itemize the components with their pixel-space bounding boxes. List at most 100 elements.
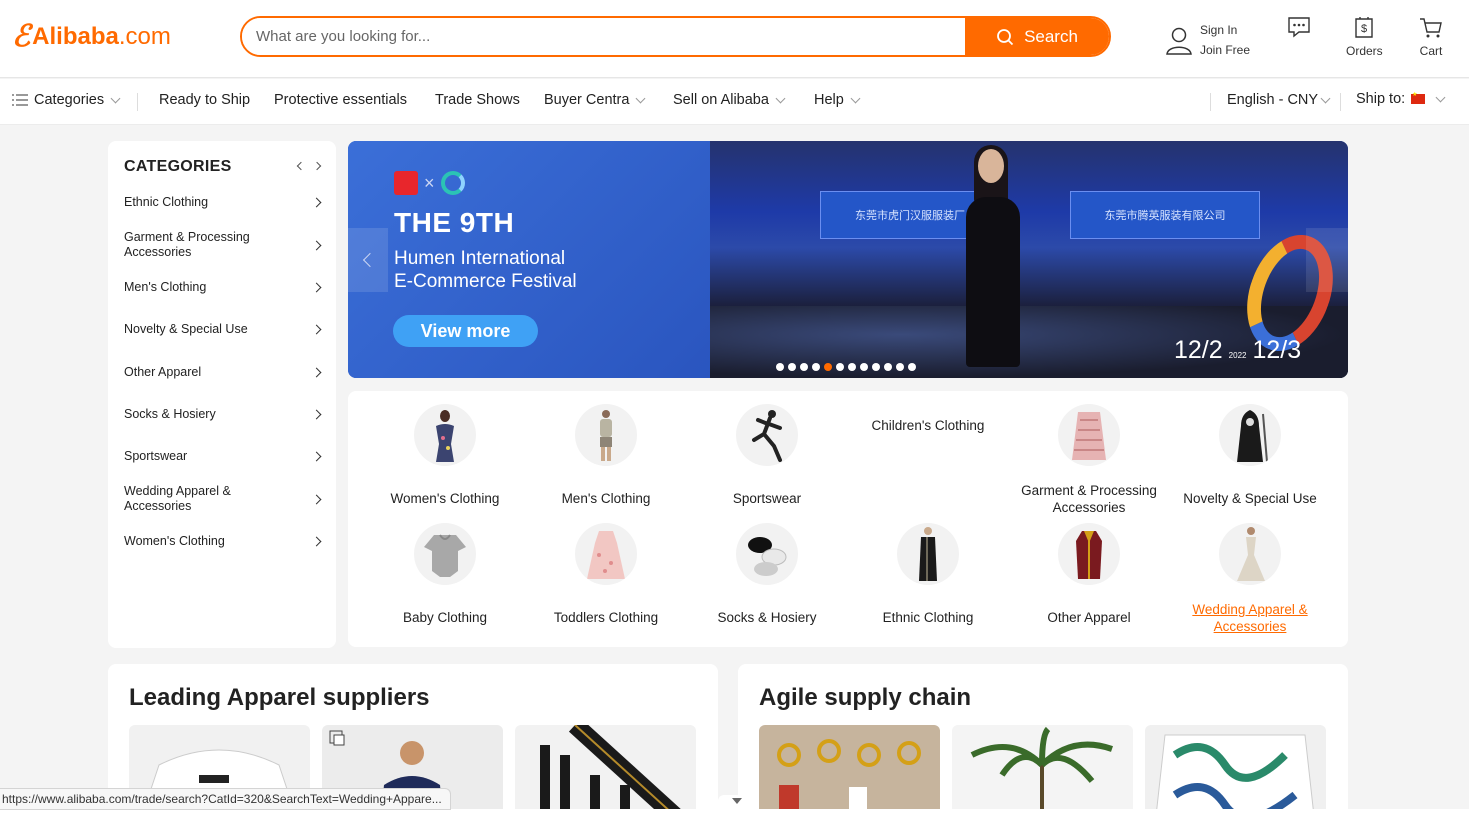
banner-next-button[interactable] xyxy=(1306,228,1348,292)
carousel-dot[interactable] xyxy=(812,363,820,371)
chevron-right-icon xyxy=(311,197,322,208)
category-item-wedding-apparel[interactable]: Wedding Apparel & Accessories xyxy=(124,484,324,514)
garment-accessories-thumbnail xyxy=(1058,404,1120,466)
carousel-dot[interactable] xyxy=(776,363,784,371)
hero-banner[interactable]: × THE 9TH Humen International E-Commerce… xyxy=(348,141,1348,378)
stage-sign-right: 东莞市腾英服装有限公司 xyxy=(1070,191,1260,239)
carousel-dot[interactable] xyxy=(896,363,904,371)
chevron-right-icon xyxy=(311,409,322,420)
grid-item-novelty-special-use[interactable]: Novelty & Special Use xyxy=(1170,404,1330,506)
grid-item-womens-clothing[interactable]: Women's Clothing xyxy=(365,404,525,506)
grid-item-other-apparel[interactable]: Other Apparel xyxy=(1009,523,1169,625)
ethnic-clothing-thumbnail xyxy=(897,523,959,585)
categories-label: Categories xyxy=(34,92,105,108)
orders-button[interactable]: $ Orders xyxy=(1346,16,1383,58)
carousel-dot[interactable] xyxy=(788,363,796,371)
carousel-dot[interactable] xyxy=(908,363,916,371)
carousel-dots xyxy=(776,363,916,371)
category-item-mens-clothing[interactable]: Men's Clothing xyxy=(124,280,324,295)
category-item-womens-clothing[interactable]: Women's Clothing xyxy=(124,534,324,549)
list-icon xyxy=(12,94,28,106)
banner-prev-button[interactable] xyxy=(348,228,388,292)
carousel-dot[interactable] xyxy=(848,363,856,371)
banner-subtitle-line1: Humen International xyxy=(394,248,566,269)
chevron-down-icon xyxy=(1320,93,1331,103)
category-item-ethnic-clothing[interactable]: Ethnic Clothing xyxy=(124,195,324,210)
nav-trade-shows[interactable]: Trade Shows xyxy=(435,92,520,108)
cart-label: Cart xyxy=(1419,44,1443,58)
user-icon xyxy=(1166,27,1192,55)
search-input[interactable] xyxy=(242,18,965,55)
wedding-dress-thumbnail xyxy=(1219,523,1281,585)
cart-button[interactable]: Cart xyxy=(1419,16,1443,58)
sign-in-link[interactable]: Sign In xyxy=(1200,20,1250,40)
alibaba-logo[interactable]: ℰ Alibaba.com xyxy=(12,22,171,52)
language-currency-select[interactable]: English - CNY xyxy=(1227,92,1331,108)
womens-clothing-thumbnail xyxy=(414,404,476,466)
search-bar: Search xyxy=(240,16,1111,57)
socks-thumbnail xyxy=(736,523,798,585)
carousel-dot[interactable] xyxy=(824,363,832,371)
grid-item-garment-processing[interactable]: Garment & Processing Accessories xyxy=(1009,404,1169,515)
chevron-right-icon xyxy=(311,451,322,462)
carousel-dot[interactable] xyxy=(800,363,808,371)
category-item-novelty[interactable]: Novelty & Special Use xyxy=(124,322,324,337)
date-start: 12/2 xyxy=(1174,336,1223,364)
carousel-dot[interactable] xyxy=(872,363,880,371)
category-item-other-apparel[interactable]: Other Apparel xyxy=(124,365,324,380)
grid-item-baby-clothing[interactable]: Baby Clothing xyxy=(365,523,525,625)
supply-tile-cloth-diaper[interactable] xyxy=(1145,725,1326,818)
nav-protective-essentials[interactable]: Protective essentials xyxy=(274,92,407,108)
grid-item-mens-clothing[interactable]: Men's Clothing xyxy=(526,404,686,506)
carousel-dot[interactable] xyxy=(860,363,868,371)
china-flag-icon xyxy=(1411,91,1426,104)
grid-item-ethnic-clothing[interactable]: Ethnic Clothing xyxy=(848,523,1008,625)
date-year: 2022 xyxy=(1228,351,1247,360)
category-grid: Women's Clothing Men's Clothing Sportswe… xyxy=(348,391,1348,647)
account-menu[interactable]: Sign In Join Free xyxy=(1164,20,1250,60)
carousel-dot[interactable] xyxy=(884,363,892,371)
cart-icon xyxy=(1420,18,1442,38)
carousel-dot[interactable] xyxy=(836,363,844,371)
view-more-button[interactable]: View more xyxy=(393,315,538,347)
chevron-right-icon[interactable] xyxy=(312,161,322,171)
nav-buyer-central[interactable]: Buyer Centra xyxy=(544,92,646,108)
supply-tile-plant[interactable] xyxy=(952,725,1133,818)
supply-tile-keychains[interactable] xyxy=(759,725,940,818)
alibaba-logo-icon: ℰ xyxy=(12,20,31,53)
nav-buyer-central-label: Buyer Centra xyxy=(544,92,630,108)
grid-item-sportswear[interactable]: Sportswear xyxy=(687,404,847,506)
nav-sell-on-alibaba[interactable]: Sell on Alibaba xyxy=(673,92,786,108)
nav-ready-to-ship[interactable]: Ready to Ship xyxy=(159,92,250,108)
runway-model xyxy=(960,141,1020,378)
top-header: ℰ Alibaba.com Search Sign In Join Free $… xyxy=(0,0,1469,78)
categories-title: CATEGORIES xyxy=(124,158,232,175)
chevron-left-icon[interactable] xyxy=(296,161,306,171)
chevron-right-icon xyxy=(311,536,322,547)
scroll-down-icon[interactable] xyxy=(718,795,756,809)
category-item-sportswear[interactable]: Sportswear xyxy=(124,449,324,464)
chevron-right-icon xyxy=(311,282,322,293)
messages-button[interactable] xyxy=(1287,16,1311,42)
nav-help[interactable]: Help xyxy=(814,92,861,108)
svg-text:$: $ xyxy=(1361,23,1367,35)
orders-label: Orders xyxy=(1346,44,1383,58)
grid-item-socks-hosiery[interactable]: Socks & Hosiery xyxy=(687,523,847,625)
search-icon xyxy=(997,28,1014,45)
categories-menu[interactable]: Categories xyxy=(12,92,121,108)
orders-icon: $ xyxy=(1355,17,1374,38)
ship-to-select[interactable]: Ship to: xyxy=(1356,91,1446,107)
grid-item-toddlers-clothing[interactable]: Toddlers Clothing xyxy=(526,523,686,625)
category-item-socks-hosiery[interactable]: Socks & Hosiery xyxy=(124,407,324,422)
category-item-garment-processing[interactable]: Garment & Processing Accessories xyxy=(124,230,324,260)
supplier-tile-zippers[interactable] xyxy=(515,725,696,818)
nav-divider xyxy=(1210,93,1211,111)
ship-to-label: Ship to: xyxy=(1356,91,1406,107)
baby-clothing-thumbnail xyxy=(414,523,476,585)
mens-clothing-thumbnail xyxy=(575,404,637,466)
join-free-link[interactable]: Join Free xyxy=(1200,40,1250,60)
grid-item-wedding-apparel[interactable]: Wedding Apparel & Accessories xyxy=(1170,523,1330,634)
chevron-down-icon xyxy=(635,93,646,103)
section-title-leading-suppliers: Leading Apparel suppliers xyxy=(129,684,430,711)
search-button[interactable]: Search xyxy=(965,18,1109,55)
